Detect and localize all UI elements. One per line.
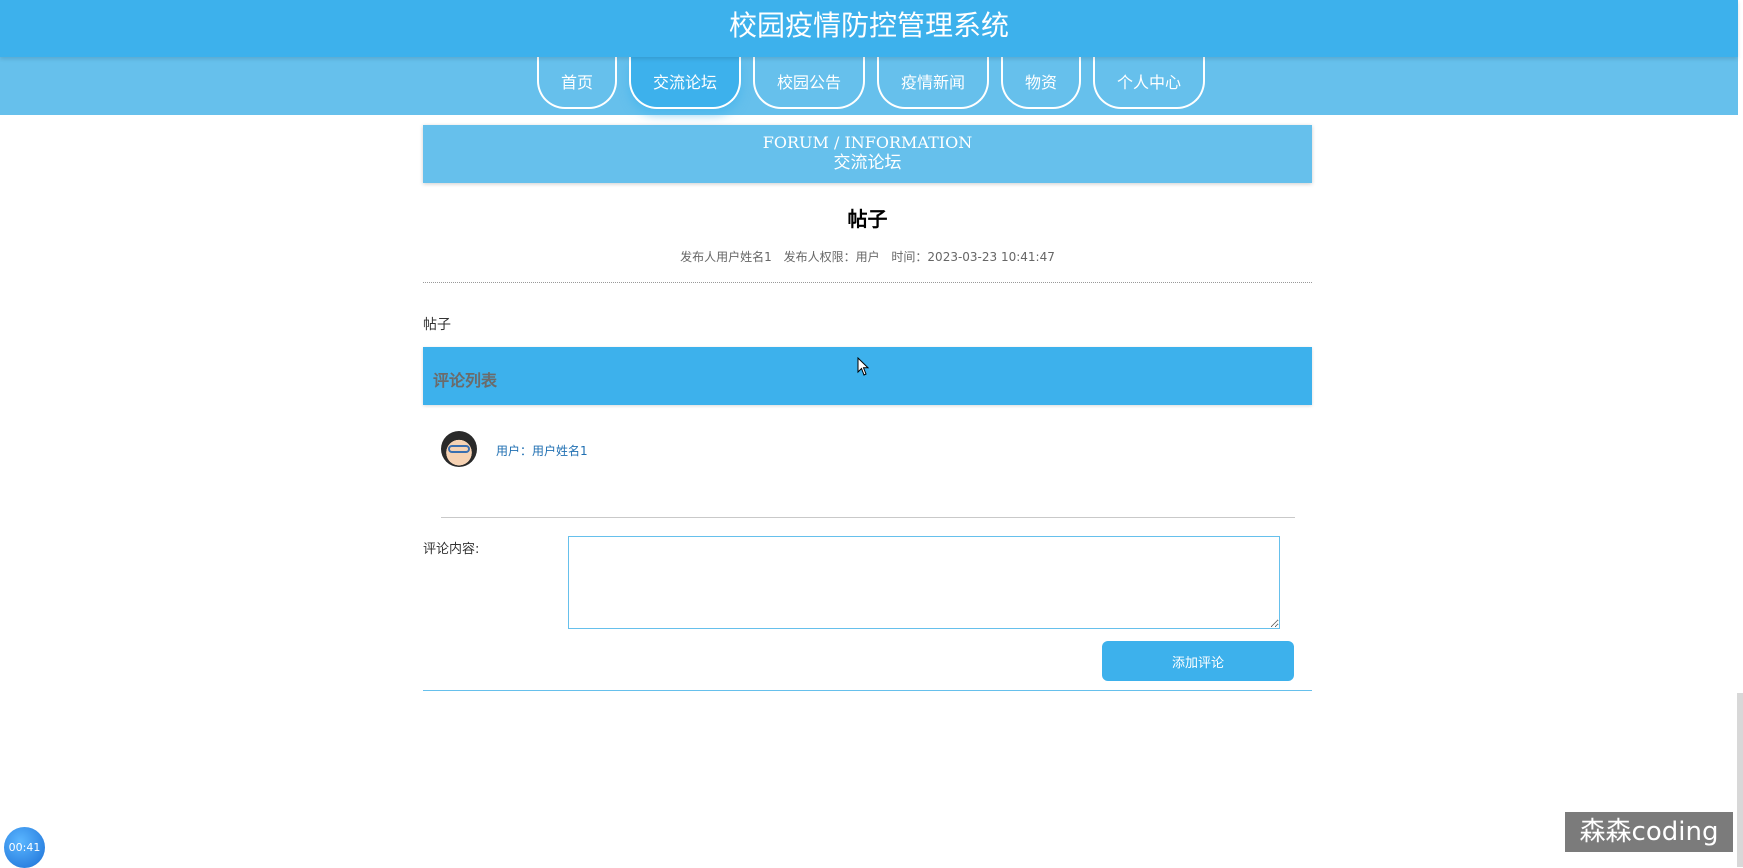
post-divider — [423, 282, 1312, 283]
avatar — [441, 431, 477, 467]
nav-item-forum[interactable]: 交流论坛 — [628, 57, 741, 109]
nav-item-announcements[interactable]: 校园公告 — [752, 57, 865, 109]
post-title: 帖子 — [847, 207, 888, 231]
nav-item-epidemic-news[interactable]: 疫情新闻 — [877, 57, 990, 109]
comment-user-name: 用户：用户姓名1 — [496, 444, 588, 458]
form-bottom-divider — [423, 690, 1312, 691]
post-meta: 发布人用户姓名1 发布人权限：用户 时间：2023-03-23 10:41:47 — [423, 248, 1312, 265]
nav-item-home[interactable]: 首页 — [536, 57, 617, 109]
post-content: 帖子 — [423, 317, 451, 333]
main-nav: 首页 交流论坛 校园公告 疫情新闻 物资 个人中心 — [0, 57, 1738, 115]
post-author: 发布人用户姓名1 — [680, 250, 772, 264]
section-title-english: FORUM / INFORMATION — [762, 133, 973, 152]
mouse-cursor-icon — [857, 357, 870, 376]
avatar-glasses-icon — [448, 445, 470, 453]
post-role: 发布人权限：用户 — [783, 250, 880, 264]
recording-timer: 00:41 — [4, 827, 45, 868]
comment-content-label: 评论内容: — [423, 542, 480, 557]
scrollbar-edge — [1737, 693, 1743, 867]
add-comment-button[interactable]: 添加评论 — [1102, 641, 1294, 681]
nav-item-personal-center[interactable]: 个人中心 — [1093, 57, 1206, 109]
watermark: 森森coding — [1565, 812, 1733, 852]
app-title: 校园疫情防控管理系统 — [728, 9, 1009, 42]
top-header: 校园疫情防控管理系统 — [0, 0, 1738, 57]
comment-textarea[interactable] — [568, 536, 1280, 629]
section-title-chinese: 交流论坛 — [833, 153, 902, 173]
section-header: FORUM / INFORMATION 交流论坛 — [423, 125, 1312, 183]
comment-list-title: 评论列表 — [433, 371, 498, 390]
comment-divider — [441, 517, 1295, 518]
nav-item-supplies[interactable]: 物资 — [1001, 57, 1082, 109]
post-time: 时间：2023-03-23 10:41:47 — [891, 250, 1055, 264]
